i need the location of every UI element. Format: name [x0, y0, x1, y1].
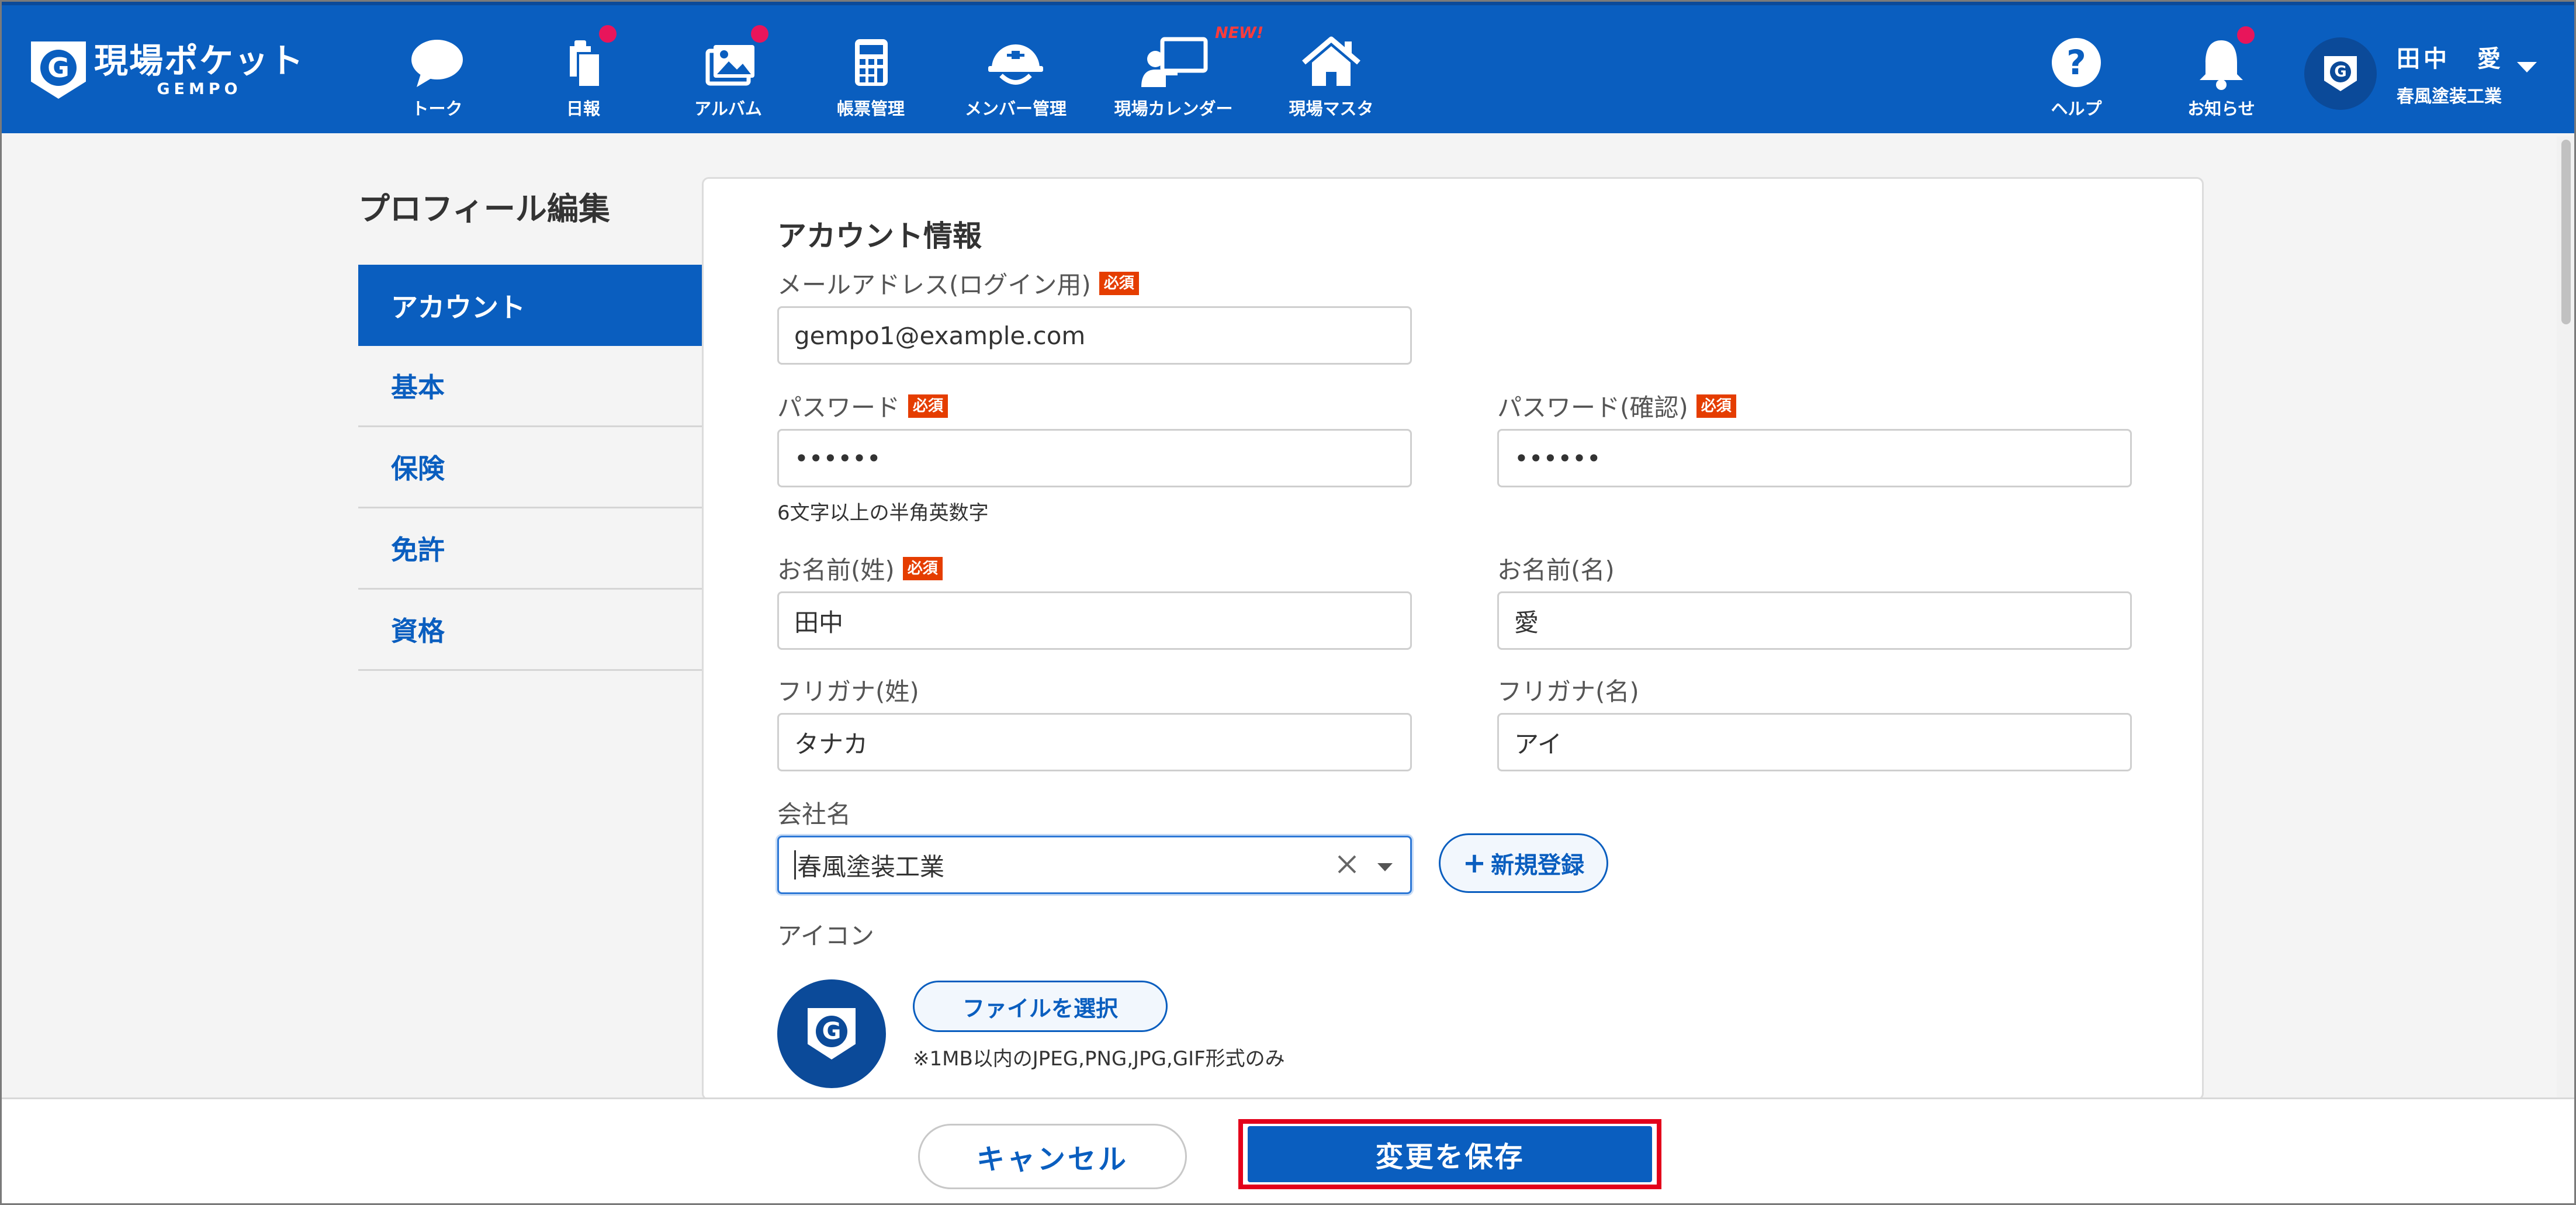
nav-site-master[interactable]: 現場マスタ [1264, 33, 1398, 121]
icon-file-note: ※1MB以内のJPEG,PNG,JPG,GIF形式のみ [913, 1047, 1285, 1071]
nav-album-label: アルバム [694, 99, 762, 119]
top-header: G 現場ポケット GEMPO トーク 日報 アルバム 帳票管理 メンバー管理 N… [2, 2, 2574, 133]
text-cursor [794, 850, 796, 879]
sidenav-item-basic[interactable]: 基本 [358, 346, 703, 427]
plus-icon: + [1462, 847, 1487, 879]
last-kana-field[interactable]: タナカ [777, 713, 1412, 771]
hardhat-icon [978, 33, 1054, 92]
nav-talk-label: トーク [411, 99, 463, 119]
user-menu[interactable]: G 田中 愛 春風塗装工業 [2304, 36, 2537, 112]
last-name-label: お名前(姓) 必須 [777, 550, 943, 586]
new-company-button-label: 新規登録 [1491, 852, 1585, 879]
nav-daily-report-label: 日報 [566, 99, 600, 119]
email-label-text: メールアドレス(ログイン用) [777, 271, 1091, 299]
nav-site-calendar-label: 現場カレンダー [1114, 99, 1233, 119]
password-confirm-field[interactable]: •••••• [1497, 429, 2132, 487]
logo-subtitle: GEMPO [157, 79, 242, 98]
profile-icon-preview: G [777, 979, 886, 1088]
user-avatar-letter: G [2330, 61, 2351, 82]
nav-forms-label: 帳票管理 [836, 99, 905, 119]
scrollbar-thumb[interactable] [2561, 140, 2571, 324]
calculator-icon [833, 33, 909, 92]
chat-bubble-icon [399, 33, 475, 92]
icon-label: アイコン [777, 922, 874, 950]
first-kana-label: フリガナ(名) [1497, 677, 1639, 706]
gempo-shield-icon: G [2324, 56, 2357, 91]
company-select-value: 春風塗装工業 [797, 852, 945, 881]
password-confirm-label-text: パスワード(確認) [1497, 393, 1688, 422]
album-icon [690, 25, 768, 92]
help-icon: ? [2038, 33, 2114, 92]
nav-album[interactable]: アルバム [661, 25, 795, 121]
clear-icon[interactable] [1333, 850, 1361, 878]
choose-file-button[interactable]: ファイルを選択 [913, 981, 1168, 1032]
nav-help[interactable]: ? ヘルプ [2009, 33, 2144, 121]
new-badge: NEW! [1215, 24, 1264, 42]
last-name-field[interactable]: 田中 [777, 591, 1412, 650]
user-name: 田中 愛 [2397, 46, 2504, 72]
first-kana-field[interactable]: アイ [1497, 713, 2132, 771]
user-avatar: G [2304, 37, 2377, 110]
required-badge: 必須 [1696, 394, 1736, 418]
email-field[interactable]: gempo1@example.com [777, 306, 1412, 365]
nav-notifications-label: お知らせ [2187, 99, 2255, 119]
footer-bar: キャンセル 変更を保存 [2, 1097, 2574, 1203]
nav-help-label: ヘルプ [2051, 99, 2102, 119]
chevron-down-icon[interactable] [1377, 863, 1393, 871]
last-name-label-text: お名前(姓) [777, 556, 895, 584]
company-select[interactable]: 春風塗装工業 [777, 836, 1412, 894]
nav-site-calendar[interactable]: NEW! 現場カレンダー [1106, 24, 1263, 121]
user-company: 春風塗装工業 [2397, 86, 2502, 107]
gempo-shield-icon: G [808, 1008, 856, 1059]
password-field[interactable]: •••••• [777, 429, 1412, 487]
password-label-text: パスワード [777, 393, 901, 422]
nav-members-label: メンバー管理 [964, 99, 1067, 119]
sidenav-item-insurance[interactable]: 保険 [358, 427, 703, 508]
profile-sidenav: アカウント 基本 保険 免許 資格 [358, 265, 703, 671]
account-form-card: アカウント情報 メールアドレス(ログイン用) 必須 gempo1@example.… [702, 177, 2204, 1100]
sidenav-item-account[interactable]: アカウント [358, 265, 703, 346]
password-confirm-label: パスワード(確認) 必須 [1497, 388, 1736, 424]
calendar-presenter-icon: NEW! [1135, 24, 1263, 92]
nav-forms[interactable]: 帳票管理 [804, 33, 938, 121]
password-hint: 6文字以上の半角英数字 [777, 501, 989, 525]
daily-report-badge [599, 25, 617, 43]
last-kana-label: フリガナ(姓) [777, 677, 919, 706]
sidenav-item-license[interactable]: 免許 [358, 508, 703, 590]
caret-down-icon [2517, 62, 2537, 72]
section-title: アカウント情報 [777, 219, 982, 253]
gempo-logo[interactable]: G 現場ポケット GEMPO [31, 41, 304, 99]
house-icon [1293, 33, 1369, 92]
logo-title: 現場ポケット [94, 40, 305, 81]
required-badge: 必須 [902, 556, 943, 580]
cancel-button[interactable]: キャンセル [918, 1124, 1187, 1189]
required-badge: 必須 [1099, 271, 1139, 295]
nav-talk[interactable]: トーク [370, 33, 504, 121]
bell-icon [2183, 26, 2259, 92]
album-badge [751, 25, 768, 43]
save-button[interactable]: 変更を保存 [1248, 1126, 1652, 1182]
sidenav-item-qualification[interactable]: 資格 [358, 590, 703, 671]
nav-members[interactable]: メンバー管理 [948, 33, 1083, 121]
email-label: メールアドレス(ログイン用) 必須 [777, 265, 1139, 301]
new-company-button[interactable]: + 新規登録 [1439, 833, 1608, 893]
first-name-label: お名前(名) [1497, 556, 1615, 584]
nav-notifications[interactable]: お知らせ [2154, 26, 2288, 121]
logo-shield-icon: G [31, 41, 86, 99]
nav-site-master-label: 現場マスタ [1289, 99, 1374, 119]
password-label: パスワード 必須 [777, 388, 948, 424]
svg-text:?: ? [2066, 43, 2086, 82]
notification-badge [2237, 26, 2255, 44]
first-name-field[interactable]: 愛 [1497, 591, 2132, 650]
profile-icon-letter: G [816, 1016, 847, 1047]
company-label: 会社名 [777, 800, 851, 829]
nav-daily-report[interactable]: 日報 [516, 25, 650, 121]
required-badge: 必須 [908, 394, 948, 418]
page-title: プロフィール編集 [358, 191, 610, 227]
daily-report-icon [545, 25, 621, 92]
logo-letter: G [40, 50, 77, 86]
